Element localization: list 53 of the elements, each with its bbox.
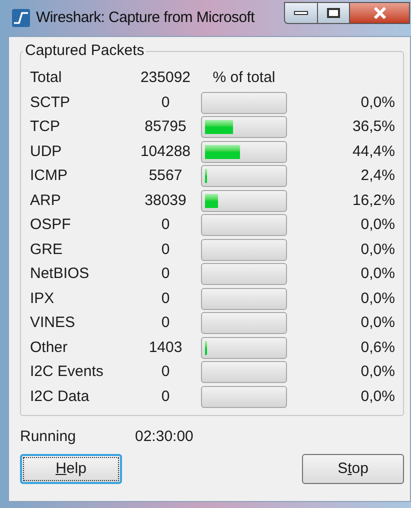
packet-count: 0 xyxy=(160,92,171,112)
protocol-label: IPX xyxy=(30,288,56,308)
percentage: 0,0% xyxy=(360,92,396,112)
column-heading: % of total xyxy=(212,68,276,88)
percentage: 0,0% xyxy=(360,313,396,333)
percentage: 16,2% xyxy=(351,190,396,210)
protocol-label: GRE xyxy=(30,240,64,260)
percentage: 36,5% xyxy=(351,117,396,137)
protocol-label: I2C Data xyxy=(30,386,90,406)
packet-count: 0 xyxy=(160,313,171,333)
help-button[interactable]: Help xyxy=(20,454,122,484)
total-count: 235092 xyxy=(139,68,192,88)
protocol-label: ICMP xyxy=(30,166,68,186)
packet-count: 104288 xyxy=(139,142,192,162)
packet-count: 0 xyxy=(160,240,171,260)
status-label: Running xyxy=(20,426,77,447)
window-title: Wireshark: Capture from Microsoft xyxy=(36,8,254,28)
packet-count: 0 xyxy=(160,362,171,382)
protocol-label: NetBIOS xyxy=(30,264,90,284)
protocol-label: Other xyxy=(30,338,69,358)
close-icon xyxy=(372,7,386,19)
packet-count: 5567 xyxy=(148,166,184,186)
protocol-label: ARP xyxy=(30,190,62,210)
percentage: 44,4% xyxy=(351,142,396,162)
percentage: 0,0% xyxy=(360,386,396,406)
stop-button[interactable]: Stop xyxy=(302,454,404,484)
protocol-label: OSPF xyxy=(30,215,72,235)
packet-count: 0 xyxy=(160,215,171,235)
percentage: 0,0% xyxy=(360,288,396,308)
percentage: 0,6% xyxy=(360,338,396,358)
percentage: 0,0% xyxy=(360,362,396,382)
protocol-label: VINES xyxy=(30,313,76,333)
percentage: 2,4% xyxy=(360,166,396,186)
packet-count: 0 xyxy=(160,264,171,284)
packet-count: 0 xyxy=(160,288,171,308)
percentage: 0,0% xyxy=(360,215,396,235)
maximize-button[interactable] xyxy=(318,2,350,24)
group-title: Captured Packets xyxy=(23,42,146,60)
packet-count: 1403 xyxy=(148,338,184,358)
elapsed-time: 02:30:00 xyxy=(135,426,194,447)
percentage: 0,0% xyxy=(360,240,396,260)
protocol-label: UDP xyxy=(30,142,63,162)
packet-count: 0 xyxy=(160,386,171,406)
packet-count: 85795 xyxy=(144,117,188,137)
total-label: Total xyxy=(30,68,63,88)
minimize-button[interactable] xyxy=(284,2,318,24)
protocol-label: TCP xyxy=(30,117,61,137)
packet-count: 38039 xyxy=(144,190,188,210)
waveform-icon xyxy=(12,9,30,27)
percentage: 0,0% xyxy=(360,264,396,284)
protocol-label: I2C Events xyxy=(30,362,104,382)
protocol-label: SCTP xyxy=(30,92,72,112)
close-button[interactable] xyxy=(350,2,410,24)
